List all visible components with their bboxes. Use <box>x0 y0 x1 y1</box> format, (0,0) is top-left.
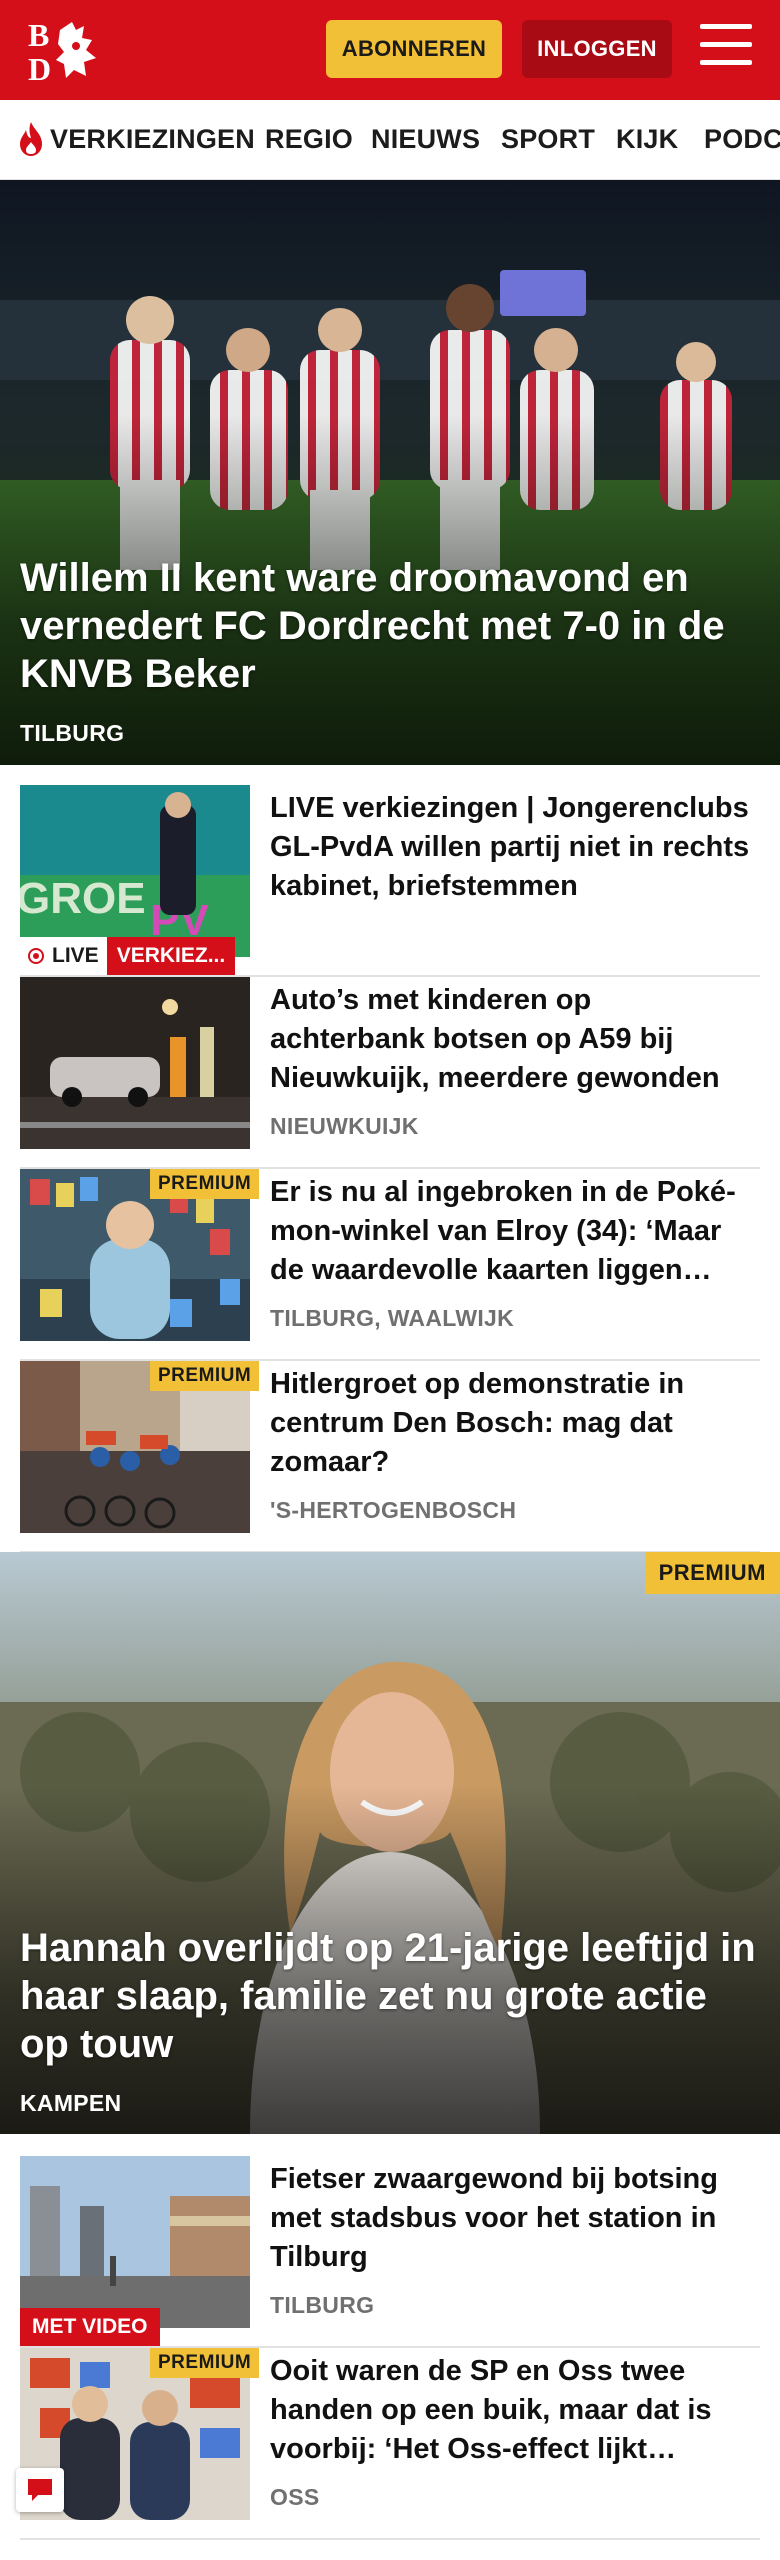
article-title[interactable]: Auto’s met kinderen op achterbank botsen… <box>270 981 750 1098</box>
video-badge: MET VIDEO <box>20 2308 160 2346</box>
list-item-sp-oss[interactable]: PREMIUM Ooit waren de SP en Oss twee han… <box>20 2348 760 2540</box>
chat-bubble-icon[interactable] <box>16 2468 64 2512</box>
hero-location: TILBURG <box>20 720 125 746</box>
article-location: OSS <box>270 2484 320 2510</box>
article-thumbnail <box>20 977 250 1149</box>
hero-location: KAMPEN <box>20 2090 122 2116</box>
nav-item-regio[interactable]: REGIO <box>265 124 353 155</box>
top-bar: B D ABONNEREN INLOGGEN <box>0 0 780 100</box>
list-item-a59-crash[interactable]: Auto’s met kinderen op achterbank botsen… <box>20 977 760 1169</box>
premium-badge: PREMIUM <box>150 2348 260 2378</box>
article-thumbnail: GROE PV <box>20 785 250 957</box>
hero-article-hannah[interactable]: PREMIUM Hannah overlijdt op 21-jarige le… <box>0 1552 780 2134</box>
article-title[interactable]: Hitlergroet op demonstratie in centrum D… <box>270 1365 750 1482</box>
premium-badge: PREMIUM <box>150 1169 260 1199</box>
hero-title[interactable]: Willem II kent ware droomavond en verned… <box>20 554 760 698</box>
list-item-pokemon-winkel[interactable]: PREMIUM Er is nu al ingebroken in de Pok… <box>20 1169 760 1361</box>
nav-item-verkiezingen[interactable]: VERKIEZINGEN <box>50 124 255 155</box>
subscribe-button[interactable]: ABONNEREN <box>326 20 502 78</box>
article-title[interactable]: Fietser zwaargewond bij botsing met stad… <box>270 2160 750 2277</box>
live-dot-icon <box>28 948 44 964</box>
list-item-hitlergroet[interactable]: PREMIUM Hitlergroet op demonstratie in c… <box>20 1361 760 1553</box>
live-badge: LIVE <box>20 937 107 975</box>
hamburger-menu-icon[interactable] <box>700 24 752 72</box>
nav-item-nieuws[interactable]: NIEUWS <box>371 124 480 155</box>
svg-text:D: D <box>28 51 51 84</box>
article-title[interactable]: Er is nu al ingebroken in de Poké­mon-wi… <box>270 1173 750 1290</box>
article-location: NIEUWKUIJK <box>270 1113 419 1139</box>
category-badge: VERKIEZ... <box>106 937 236 975</box>
article-title[interactable]: Ooit waren de SP en Oss twee handen op e… <box>270 2352 750 2469</box>
article-location: TILBURG, WAALWIJK <box>270 1305 515 1331</box>
article-thumbnail <box>20 2156 250 2328</box>
nav-item-kijk[interactable]: KIJK <box>616 124 678 155</box>
live-badges: LIVE VERKIEZ... <box>20 937 236 975</box>
premium-badge: PREMIUM <box>644 1552 780 1594</box>
nav-item-podcasts[interactable]: PODC <box>704 124 780 155</box>
article-location: TILBURG <box>270 2292 375 2318</box>
section-nav: VERKIEZINGEN REGIO NIEUWS SPORT KIJK POD… <box>0 100 780 180</box>
list-item-live-verkiezingen[interactable]: GROE PV LIVE VERKIEZ... LIVE verkiezinge… <box>20 785 760 977</box>
hero-title[interactable]: Hannah overlijdt op 21-jarige leeftijd i… <box>20 1924 760 2068</box>
list-item-fietser-stadsbus[interactable]: MET VIDEO Fietser zwaargewond bij botsin… <box>20 2156 760 2348</box>
hero-article-willem2[interactable]: Willem II kent ware droomavond en verned… <box>0 180 780 765</box>
svg-text:GROE: GROE <box>20 874 146 923</box>
article-title[interactable]: LIVE verkiezingen | Jongeren­clubs GL-Pv… <box>270 789 750 906</box>
bd-logo[interactable]: B D <box>26 16 116 87</box>
svg-text:B: B <box>28 17 49 53</box>
login-button[interactable]: INLOGGEN <box>522 20 672 78</box>
flame-icon <box>20 122 42 156</box>
premium-badge: PREMIUM <box>150 1361 260 1391</box>
article-location: 'S-HERTOGENBOSCH <box>270 1497 517 1523</box>
nav-item-sport[interactable]: SPORT <box>501 124 595 155</box>
